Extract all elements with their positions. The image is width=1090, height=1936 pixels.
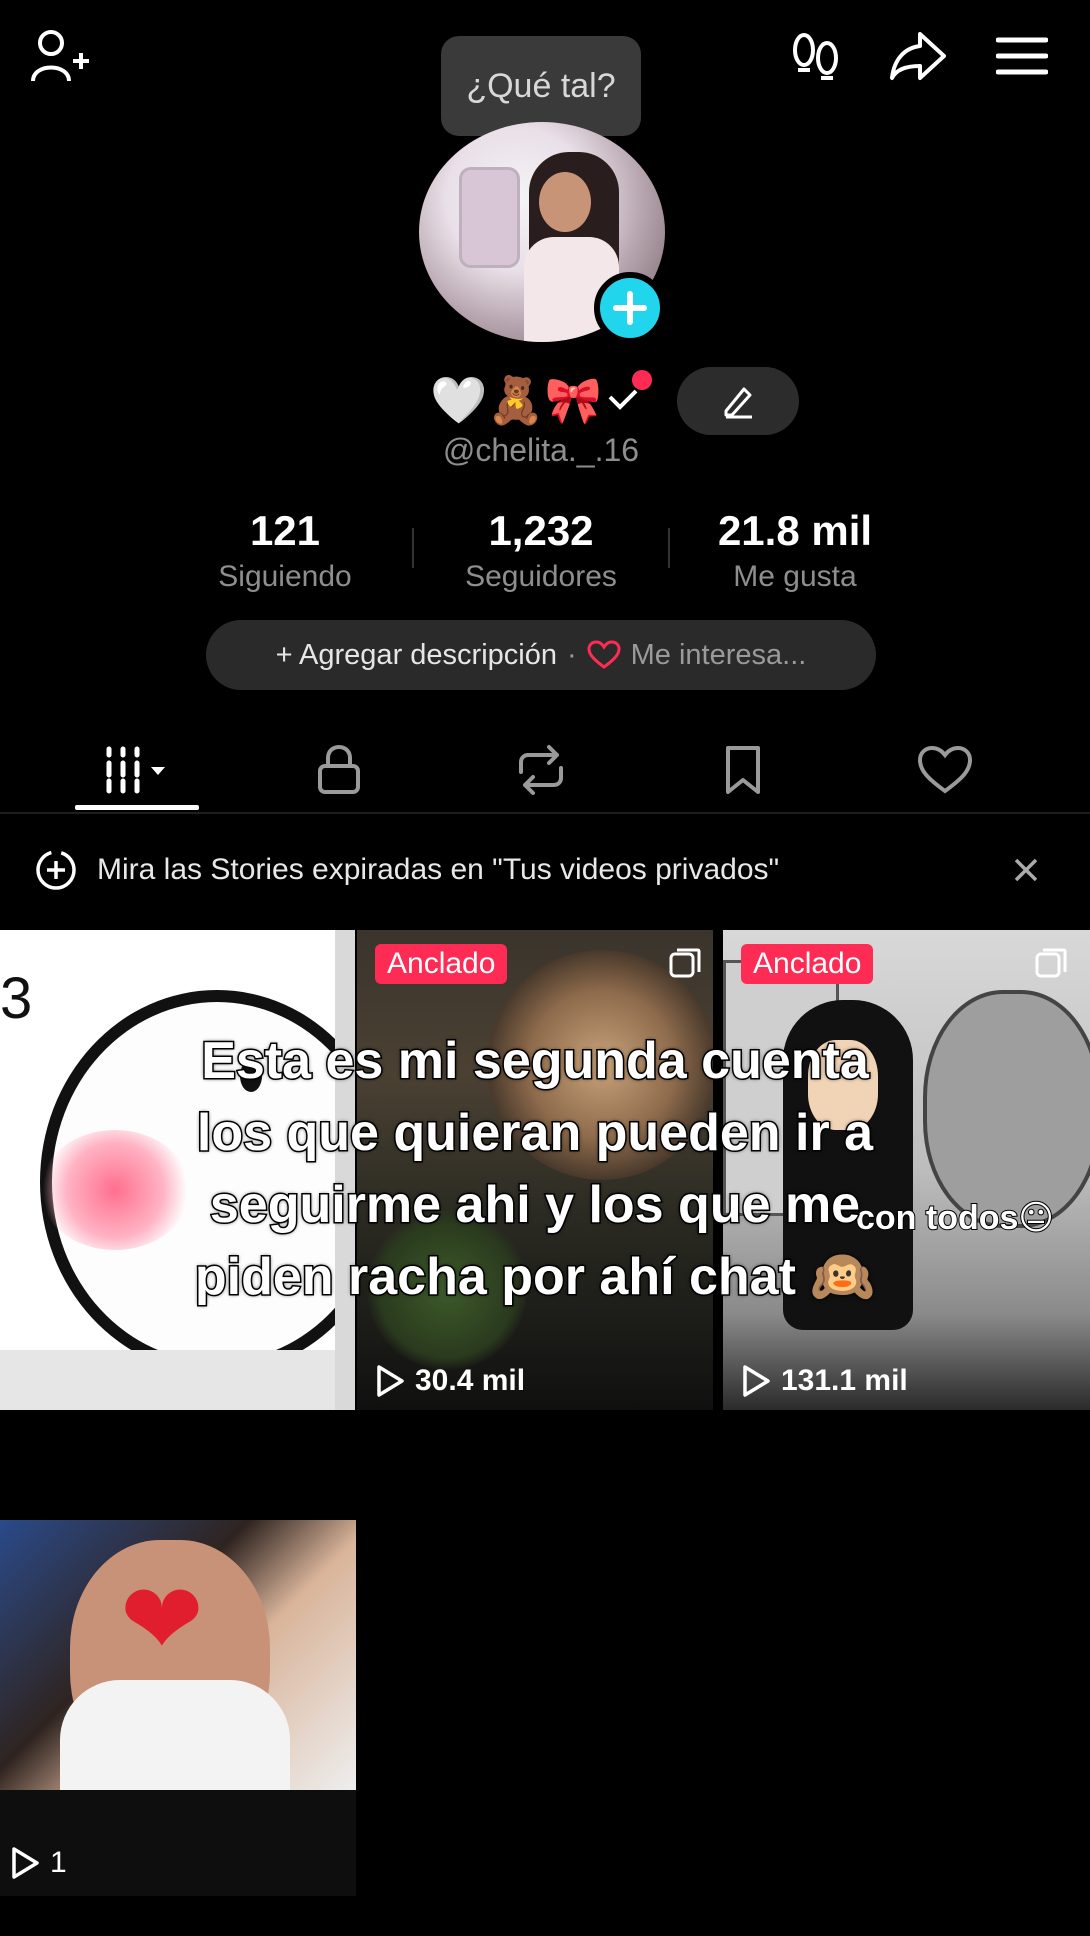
tab-reposts[interactable]	[476, 730, 606, 810]
bookmark-icon	[726, 746, 760, 794]
menu-icon[interactable]	[990, 24, 1054, 88]
notice-text: Mira las Stories expiradas en "Tus video…	[97, 853, 780, 886]
add-description-button[interactable]: + Agregar descripción · Me interesa...	[206, 620, 876, 690]
stat-label: Seguidores	[465, 560, 617, 593]
add-story-plus-icon[interactable]	[594, 272, 666, 344]
pinned-badge: Anclado	[741, 944, 874, 984]
overlay-line: Esta es mi segunda cuenta	[200, 1031, 871, 1092]
view-count-value: 1	[50, 1846, 67, 1879]
profile-name[interactable]: 🤍🧸🎀	[430, 370, 640, 430]
pinned-badge: Anclado	[375, 944, 508, 984]
profile-tabs	[0, 730, 1090, 810]
name-emojis: 🤍🧸🎀	[430, 373, 602, 426]
play-icon	[377, 1365, 404, 1397]
lock-icon	[318, 744, 360, 794]
multi-photo-icon	[1035, 948, 1067, 978]
overlay-line: piden racha por ahí chat 🙉	[193, 1247, 876, 1308]
stat-label: Siguiendo	[218, 560, 352, 593]
multi-photo-icon	[669, 948, 701, 978]
view-count-value: 131.1 mil	[781, 1364, 908, 1397]
repost-icon	[519, 745, 563, 795]
close-icon[interactable]	[1012, 856, 1040, 884]
stat-following[interactable]: 121 Siguiendo	[185, 505, 385, 597]
overlay-caption: Esta es mi segunda cuenta los que quiera…	[60, 1025, 1010, 1313]
add-description-label: + Agregar descripción	[275, 638, 557, 671]
heart-emoji: ❤	[120, 1564, 204, 1676]
view-count: 131.1 mil	[741, 1364, 908, 1398]
notification-dot	[632, 370, 652, 390]
add-story-icon	[36, 850, 76, 890]
chevron-down-icon	[608, 389, 638, 410]
grid-videos-icon	[106, 746, 165, 794]
stories-notice-banner[interactable]: Mira las Stories expiradas en "Tus video…	[0, 840, 1090, 900]
username: @chelita._.16	[442, 432, 640, 468]
edit-profile-button[interactable]	[677, 367, 799, 435]
play-icon	[743, 1365, 770, 1397]
corner-number: 3	[0, 966, 33, 1031]
tab-videos[interactable]	[72, 730, 202, 810]
view-count: 30.4 mil	[375, 1364, 525, 1398]
add-friend-icon[interactable]	[28, 24, 92, 88]
tab-liked[interactable]	[880, 730, 1010, 810]
view-count: 1	[10, 1846, 67, 1880]
heart-icon	[917, 745, 973, 794]
play-icon	[12, 1847, 39, 1879]
stat-value: 21.8 mil	[717, 507, 873, 554]
heart-outline-icon	[587, 640, 621, 669]
stat-value: 1,232	[488, 507, 594, 554]
interests-label: Me interesa...	[630, 638, 807, 671]
status-bubble[interactable]: ¿Qué tal?	[441, 36, 641, 136]
view-count-value: 30.4 mil	[415, 1364, 526, 1397]
pencil-icon	[724, 387, 752, 419]
stat-likes[interactable]: 21.8 mil Me gusta	[695, 505, 895, 597]
overlay-line: los que quieran pueden ir a	[195, 1103, 874, 1164]
tab-private[interactable]	[274, 730, 404, 810]
stat-value: 121	[249, 507, 321, 554]
stat-followers[interactable]: 1,232 Seguidores	[441, 505, 641, 597]
active-tab-indicator	[75, 805, 199, 810]
share-icon[interactable]	[886, 24, 950, 88]
separator-dot: ·	[566, 638, 577, 671]
footprints-icon[interactable]	[784, 24, 848, 88]
tab-saved[interactable]	[678, 730, 808, 810]
video-thumbnail-4[interactable]: ❤ 1	[0, 1520, 356, 1896]
tabs-divider	[0, 812, 1090, 814]
stat-label: Me gusta	[733, 560, 857, 593]
overlay-line: seguirme ahi y los que me	[208, 1175, 861, 1236]
